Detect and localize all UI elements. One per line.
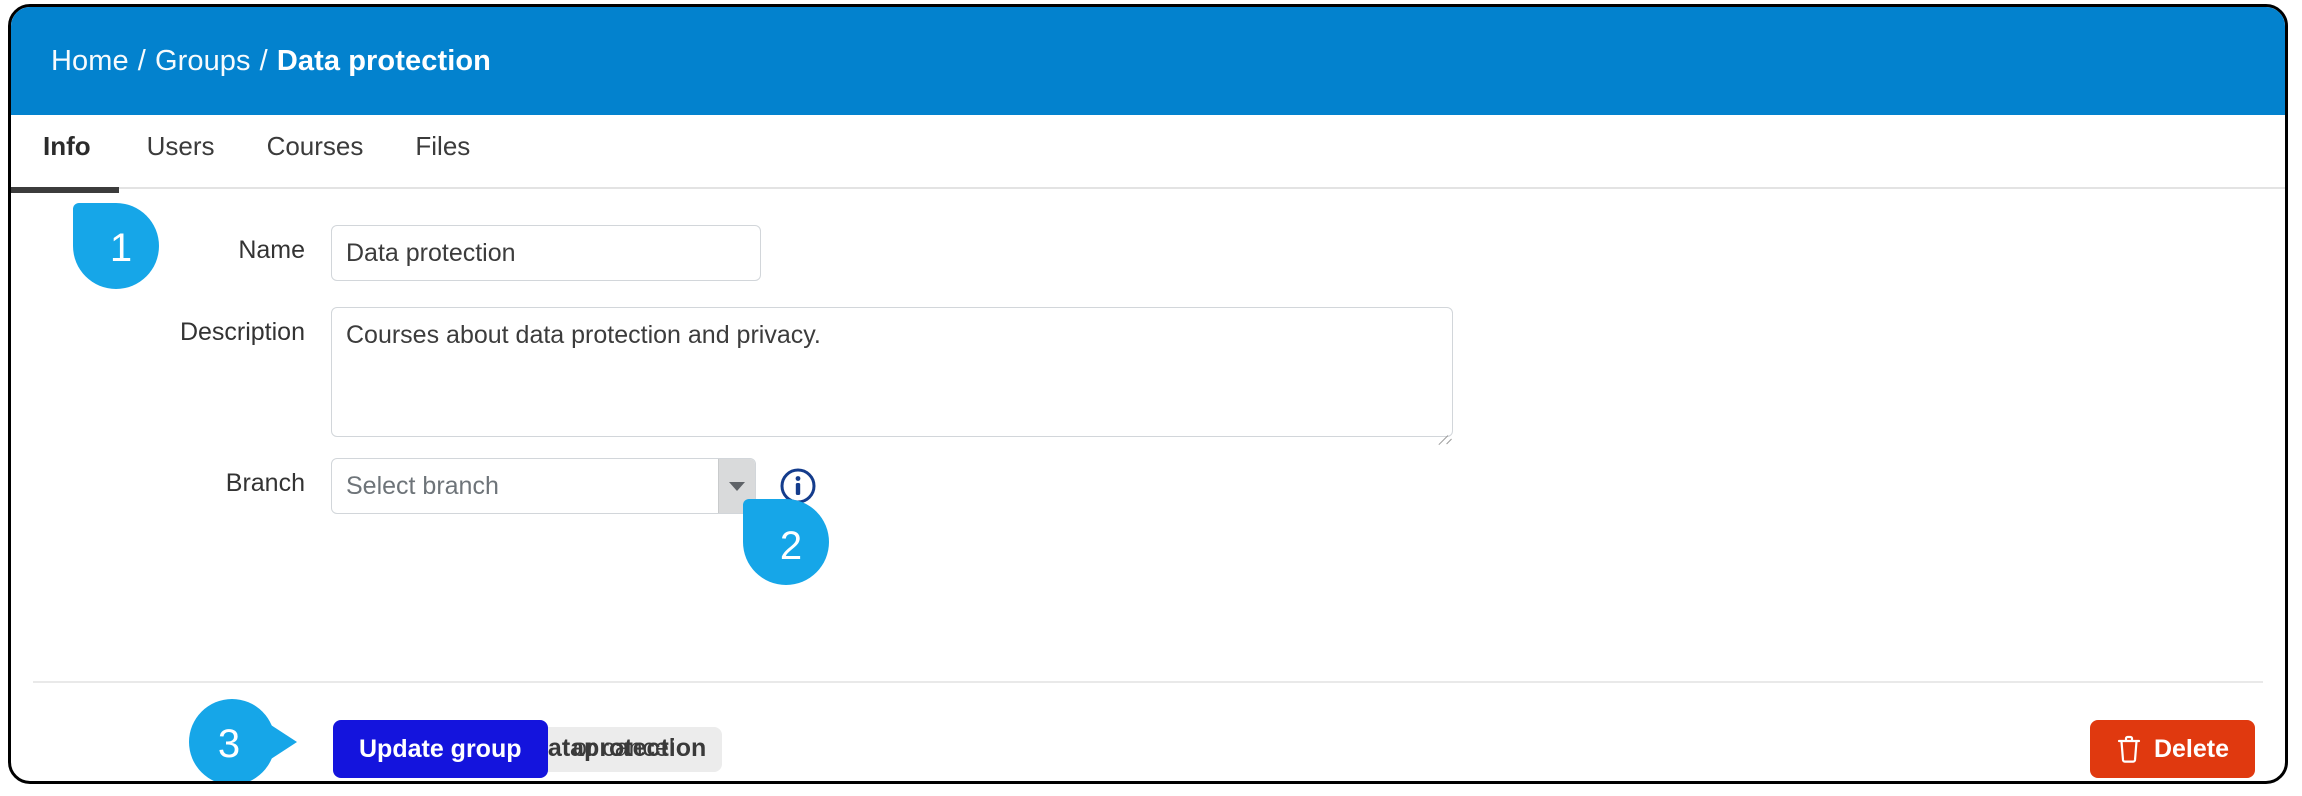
page-title: Data protection bbox=[276, 44, 491, 77]
page-header: Home / Groups / Data protection bbox=[11, 7, 2285, 115]
name-input[interactable] bbox=[331, 225, 761, 281]
tab-users[interactable]: Users bbox=[121, 115, 241, 193]
tab-files[interactable]: Files bbox=[389, 115, 496, 193]
breadcrumb-item-home[interactable]: Home bbox=[51, 45, 129, 78]
branch-label: Branch bbox=[225, 469, 305, 497]
tab-bar: Info Users Courses Files bbox=[11, 115, 2285, 193]
cancel-link[interactable]: cancel bbox=[602, 734, 674, 762]
branch-select-value: Select branch bbox=[346, 471, 499, 500]
chevron-down-icon bbox=[729, 481, 745, 491]
tab-courses[interactable]: Courses bbox=[241, 115, 390, 193]
name-label: Name bbox=[238, 236, 305, 264]
branch-select[interactable]: Select branch bbox=[331, 458, 756, 514]
description-row: Description bbox=[71, 307, 1453, 442]
trash-icon bbox=[2116, 734, 2142, 764]
delete-button[interactable]: Delete bbox=[2089, 720, 2255, 778]
or-label: or bbox=[573, 734, 603, 762]
breadcrumb-separator: / bbox=[137, 44, 146, 77]
delete-button-label: Delete bbox=[2153, 734, 2229, 763]
branch-row: Branch Select branch bbox=[71, 458, 818, 514]
form-footer: Update group or cancel Delete bbox=[11, 683, 2285, 781]
tab-courses-label: Courses bbox=[266, 131, 364, 161]
branch-dropdown-button[interactable] bbox=[718, 459, 755, 513]
description-textarea[interactable] bbox=[331, 307, 1453, 437]
info-circle-icon[interactable] bbox=[778, 466, 818, 506]
tab-info-label: Info bbox=[43, 131, 91, 161]
tab-users-label: Users bbox=[146, 131, 215, 161]
description-label: Description bbox=[179, 318, 305, 346]
update-group-button[interactable]: Update group bbox=[333, 720, 548, 778]
tab-files-label: Files bbox=[415, 131, 471, 161]
cancel-text: or cancel bbox=[573, 734, 674, 763]
breadcrumb-item-groups[interactable]: Groups bbox=[155, 45, 251, 78]
tab-info[interactable]: Info bbox=[11, 115, 121, 193]
name-row: Name bbox=[71, 225, 761, 281]
group-info-card: Home / Groups / Data protection Info Use… bbox=[8, 4, 2288, 784]
breadcrumb-separator: / bbox=[259, 44, 268, 77]
breadcrumb: Home / Groups / Data protection bbox=[51, 45, 491, 78]
